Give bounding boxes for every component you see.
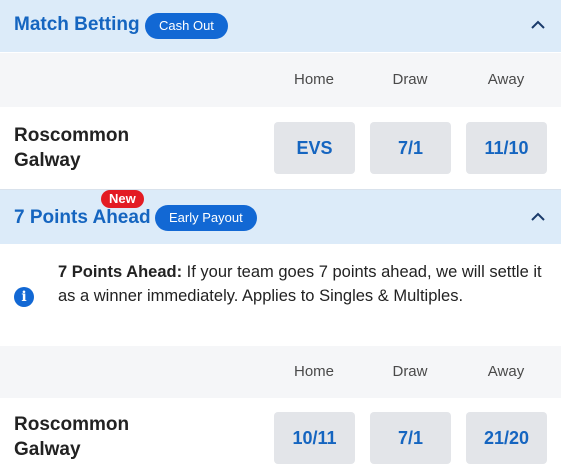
odds-button-home[interactable]: 10/11 (274, 412, 355, 464)
seven-points-ahead-title: 7 Points Ahead (14, 207, 151, 228)
chevron-up-icon[interactable] (529, 208, 547, 226)
promo-info-box: i 7 Points Ahead: If your team goes 7 po… (0, 244, 561, 346)
info-icon: i (14, 287, 34, 307)
seven-points-ahead-header[interactable]: 7 Points Ahead Early Payout (0, 190, 561, 244)
column-draw: Draw (392, 71, 428, 88)
odds-button-home[interactable]: EVS (274, 122, 355, 174)
odds-button-draw[interactable]: 7/1 (370, 122, 451, 174)
match-betting-header[interactable]: Match Betting Cash Out (0, 0, 561, 52)
column-draw: Draw (392, 363, 428, 380)
column-home: Home (293, 71, 334, 88)
column-away: Away (487, 363, 525, 380)
match-teams: Roscommon Galway (14, 123, 129, 173)
new-badge: New (101, 190, 144, 208)
match-row: Roscommon Galway EVS 7/1 11/10 (0, 108, 561, 188)
odds-button-draw[interactable]: 7/1 (370, 412, 451, 464)
match-teams: Roscommon Galway (14, 412, 129, 462)
chevron-up-icon[interactable] (529, 16, 547, 34)
odds-button-away[interactable]: 11/10 (466, 122, 547, 174)
early-payout-pill: Early Payout (155, 205, 257, 231)
column-home: Home (293, 363, 334, 380)
away-team-name: Galway (14, 150, 81, 171)
promo-info-title: 7 Points Ahead: (58, 263, 183, 281)
cash-out-pill: Cash Out (145, 13, 228, 39)
column-header-row: Home Draw Away (0, 53, 561, 107)
column-away: Away (487, 71, 525, 88)
match-betting-title: Match Betting (14, 14, 140, 35)
home-team-name: Roscommon (14, 125, 130, 146)
column-header-row: Home Draw Away (0, 346, 561, 398)
odds-button-away[interactable]: 21/20 (466, 412, 547, 464)
away-team-name: Galway (14, 439, 81, 460)
home-team-name: Roscommon (14, 414, 130, 435)
promo-info-text: 7 Points Ahead: If your team goes 7 poin… (58, 260, 554, 308)
match-row: Roscommon Galway 10/11 7/1 21/20 (0, 398, 561, 470)
